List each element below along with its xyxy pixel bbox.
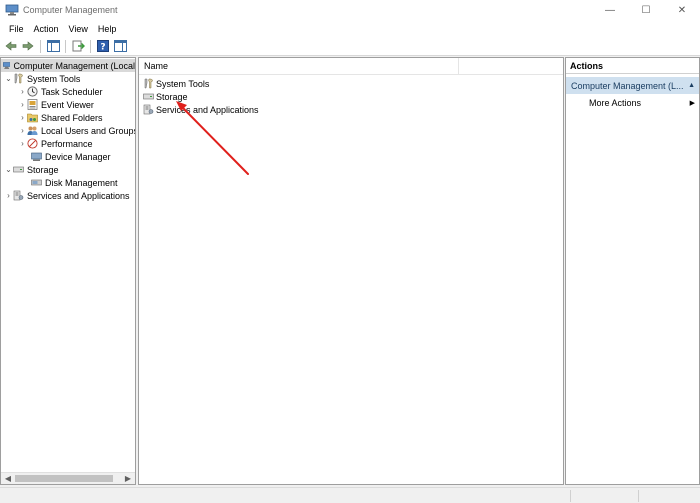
console-tree: Computer Management (Local ⌄ System Tool… — [1, 58, 135, 472]
disk-management-icon — [31, 179, 42, 186]
show-action-pane-button[interactable] — [113, 39, 127, 53]
list-item[interactable]: Storage — [143, 90, 188, 103]
tree-item-disk-management[interactable]: Disk Management — [27, 176, 118, 189]
forward-button[interactable] — [21, 39, 35, 53]
users-icon — [27, 126, 38, 135]
more-actions-item[interactable]: More Actions ▶ — [566, 95, 699, 110]
clock-icon — [27, 86, 38, 97]
toolbar: ? — [0, 37, 700, 56]
chevron-right-icon[interactable]: › — [18, 98, 27, 111]
list-item-label: Storage — [156, 91, 188, 102]
tree-item-label: Local Users and Groups — [41, 125, 136, 136]
scroll-left-icon[interactable]: ◀ — [2, 473, 14, 484]
shared-folder-icon — [27, 113, 38, 123]
maximize-button[interactable]: ☐ — [628, 0, 664, 20]
list-item-label: Services and Applications — [156, 104, 259, 115]
more-actions-label: More Actions — [589, 97, 642, 108]
tree-item-computer-management[interactable]: Computer Management (Local — [1, 59, 135, 72]
chevron-down-icon[interactable]: ⌄ — [4, 72, 13, 85]
list-item[interactable]: System Tools — [143, 77, 209, 90]
chevron-right-icon[interactable]: › — [18, 111, 27, 124]
back-arrow-icon — [5, 41, 17, 51]
system-tools-icon — [14, 73, 23, 84]
scroll-right-icon[interactable]: ▶ — [122, 473, 134, 484]
actions-title: Actions — [566, 58, 699, 74]
svg-text:?: ? — [100, 43, 105, 53]
actions-pane: Actions Computer Management (L... ▲ More… — [565, 57, 700, 485]
forward-arrow-icon — [22, 41, 34, 51]
tree-item-label: Task Scheduler — [41, 86, 103, 97]
chevron-right-icon[interactable]: › — [18, 85, 27, 98]
status-bar — [0, 487, 700, 503]
column-header-name[interactable]: Name — [139, 58, 459, 75]
tree-item-label: Computer Management (Local — [13, 60, 135, 71]
actions-section-label: Computer Management (L... — [571, 80, 684, 91]
chevron-right-icon[interactable]: › — [4, 189, 13, 202]
services-icon — [143, 104, 154, 115]
status-bar-divider — [638, 490, 639, 502]
menu-bar: File Action View Help — [0, 20, 700, 37]
tree-item-shared-folders[interactable]: › Shared Folders — [18, 111, 103, 124]
actions-section-computer-management[interactable]: Computer Management (L... ▲ — [566, 77, 699, 94]
services-icon — [13, 190, 24, 201]
console-tree-icon — [46, 40, 60, 52]
computer-management-icon — [3, 62, 11, 69]
title-bar: Computer Management — ☐ ✕ — [0, 0, 700, 20]
back-button[interactable] — [4, 39, 18, 53]
chevron-right-icon[interactable]: › — [18, 124, 27, 137]
status-bar-divider — [570, 490, 571, 502]
results-pane: Name System Tools Storage Services and A… — [138, 57, 564, 485]
menu-view[interactable]: View — [64, 24, 93, 34]
horizontal-scrollbar[interactable]: ◀ ▶ — [1, 472, 135, 484]
export-list-button[interactable] — [71, 39, 85, 53]
show-hide-tree-button[interactable] — [46, 39, 60, 53]
menu-help[interactable]: Help — [93, 24, 122, 34]
tree-item-label: Device Manager — [45, 151, 111, 162]
tree-item-label: Services and Applications — [27, 190, 130, 201]
toolbar-separator — [90, 39, 91, 53]
tree-item-label: Performance — [41, 138, 93, 149]
help-button[interactable]: ? — [96, 39, 110, 53]
tree-item-task-scheduler[interactable]: › Task Scheduler — [18, 85, 103, 98]
tree-item-services-and-applications[interactable]: › Services and Applications — [4, 189, 130, 202]
tree-item-performance[interactable]: › Performance — [18, 137, 93, 150]
close-button[interactable]: ✕ — [664, 0, 700, 20]
menu-file[interactable]: File — [4, 24, 29, 34]
storage-icon — [143, 93, 154, 100]
computer-management-icon — [5, 4, 19, 16]
list-item[interactable]: Services and Applications — [143, 103, 259, 116]
tree-item-label: Shared Folders — [41, 112, 103, 123]
event-viewer-icon — [27, 99, 38, 110]
tree-item-storage[interactable]: ⌄ Storage — [4, 163, 59, 176]
system-tools-icon — [144, 78, 153, 89]
device-manager-icon — [31, 152, 42, 161]
tree-item-local-users-and-groups[interactable]: › Local Users and Groups — [18, 124, 136, 137]
tree-item-label: Event Viewer — [41, 99, 94, 110]
window-title: Computer Management — [23, 5, 118, 15]
tree-item-device-manager[interactable]: Device Manager — [27, 150, 111, 163]
collapse-up-icon[interactable]: ▲ — [688, 82, 695, 89]
menu-action[interactable]: Action — [29, 24, 64, 34]
chevron-right-icon[interactable]: › — [18, 137, 27, 150]
tree-item-event-viewer[interactable]: › Event Viewer — [18, 98, 94, 111]
scrollbar-thumb[interactable] — [15, 475, 113, 482]
chevron-down-icon[interactable]: ⌄ — [4, 163, 13, 176]
minimize-button[interactable]: — — [592, 0, 628, 20]
submenu-arrow-icon: ▶ — [689, 99, 695, 107]
action-pane-icon — [113, 40, 127, 52]
tree-item-label: Disk Management — [45, 177, 118, 188]
toolbar-separator — [40, 39, 41, 53]
tree-item-label: System Tools — [27, 73, 81, 84]
tree-item-system-tools[interactable]: ⌄ System Tools — [4, 72, 80, 85]
performance-icon — [27, 138, 38, 149]
console-tree-panel: Computer Management (Local ⌄ System Tool… — [0, 57, 136, 485]
tree-item-label: Storage — [27, 164, 59, 175]
storage-icon — [13, 166, 24, 173]
help-icon: ? — [97, 40, 109, 52]
export-icon — [72, 40, 85, 52]
toolbar-separator — [65, 39, 66, 53]
list-item-label: System Tools — [156, 78, 210, 89]
list-column-header: Name — [139, 58, 563, 75]
